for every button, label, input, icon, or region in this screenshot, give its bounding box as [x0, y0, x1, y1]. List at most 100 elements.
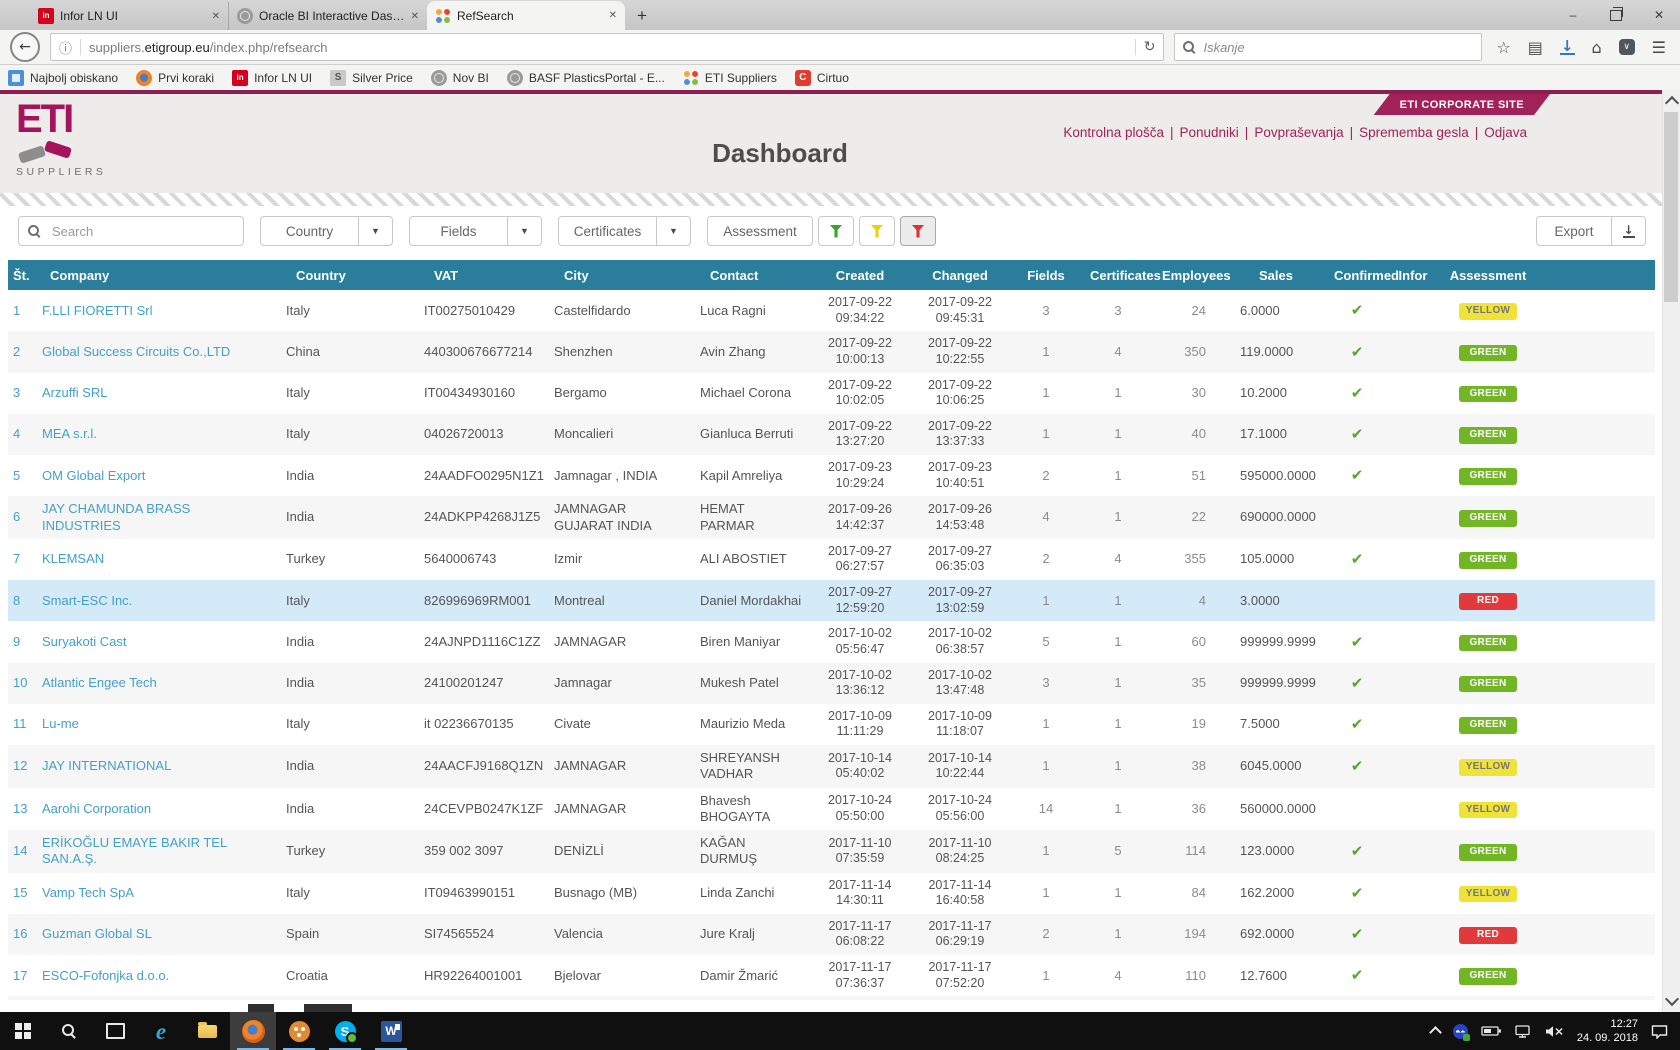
new-tab-button[interactable]: + — [625, 2, 659, 30]
browser-search-box[interactable]: Iskanje — [1174, 33, 1482, 61]
column-header[interactable]: Assessment — [1438, 260, 1538, 290]
column-header[interactable]: Contact — [692, 260, 810, 290]
company-link[interactable]: KLEMSAN — [42, 551, 104, 566]
url-bar[interactable]: ⓘ suppliers.etigroup.eu/index.php/refsea… — [50, 33, 1164, 61]
column-header[interactable]: Št. — [8, 260, 34, 290]
bookmark-item[interactable]: ETI Suppliers — [683, 70, 777, 86]
tab-close-icon[interactable]: ✕ — [212, 11, 220, 22]
table-row[interactable]: 2Global Success Circuits Co.,LTDChina440… — [8, 331, 1655, 372]
table-row[interactable]: 4MEA s.r.l.Italy04026720013MoncalieriGia… — [8, 414, 1655, 455]
network-icon[interactable] — [1515, 1025, 1532, 1038]
scrollbar-thumb[interactable] — [1664, 112, 1678, 302]
back-button[interactable]: ← — [10, 32, 40, 62]
company-link[interactable]: JAY INTERNATIONAL — [42, 758, 171, 773]
company-link[interactable]: Aarohi Corporation — [42, 801, 151, 816]
taskbar-clock[interactable]: 12:27 24. 09. 2018 — [1577, 1017, 1638, 1046]
column-header[interactable]: Fields — [1010, 260, 1082, 290]
assessment-green-filter-button[interactable] — [818, 216, 854, 246]
table-row[interactable]: 10Atlantic Engee TechIndia24100201247Jam… — [8, 663, 1655, 704]
table-row[interactable]: 17ESCO-Fofonjka d.o.o.CroatiaHR922640010… — [8, 955, 1655, 996]
table-row[interactable]: 11Lu-meItalyit 02236670135CivateMaurizio… — [8, 704, 1655, 745]
corporate-site-ribbon[interactable]: ETI CORPORATE SITE — [1374, 94, 1550, 115]
table-row[interactable]: 13Aarohi CorporationIndia24CEVPB0247K1ZF… — [8, 788, 1655, 831]
column-header[interactable]: City — [546, 260, 692, 290]
country-filter[interactable]: Country ▼ — [260, 216, 393, 246]
internet-explorer-button[interactable]: e — [138, 1012, 184, 1050]
column-header[interactable]: Company — [34, 260, 278, 290]
chevron-down-icon[interactable]: ▼ — [358, 217, 392, 245]
menu-icon[interactable]: ☰ — [1652, 38, 1666, 57]
close-button[interactable]: ✕ — [1652, 8, 1666, 22]
company-link[interactable]: Lu-me — [42, 716, 79, 731]
company-link[interactable]: Suryakoti Cast — [42, 634, 127, 649]
table-row[interactable]: 12JAY INTERNATIONALIndia24AACFJ9168Q1ZNJ… — [8, 745, 1655, 788]
company-link[interactable]: Atlantic Engee Tech — [42, 675, 157, 690]
table-row[interactable]: 6JAY CHAMUNDA BRASS INDUSTRIESIndia24ADK… — [8, 496, 1655, 539]
table-row[interactable]: 14ERİKOĞLU EMAYE BAKIR TEL SAN.A.Ş.Turke… — [8, 830, 1655, 873]
tray-expand-icon[interactable] — [1429, 1026, 1442, 1039]
company-link[interactable]: ERİKOĞLU EMAYE BAKIR TEL SAN.A.Ş. — [42, 835, 227, 866]
volume-muted-icon[interactable] — [1545, 1025, 1564, 1038]
company-link[interactable]: JAY CHAMUNDA BRASS INDUSTRIES — [42, 501, 190, 532]
scroll-down-arrow[interactable] — [1665, 992, 1679, 1006]
company-link[interactable]: Global Success Circuits Co.,LTD — [42, 344, 230, 359]
table-row[interactable]: 16Guzman Global SLSpainSI74565524Valenci… — [8, 914, 1655, 955]
column-header[interactable]: Confirmed — [1326, 260, 1388, 290]
tab-refsearch-active[interactable]: RefSearch ✕ — [427, 1, 625, 30]
chevron-down-icon[interactable]: ▼ — [507, 217, 541, 245]
url-text[interactable]: suppliers.etigroup.eu/index.php/refsearc… — [89, 40, 1127, 55]
company-link[interactable]: ESCO-Fofonjka d.o.o. — [42, 968, 169, 983]
company-link[interactable]: Vamp Tech SpA — [42, 885, 134, 900]
library-icon[interactable]: ▤ — [1528, 38, 1543, 57]
column-header[interactable]: Created — [810, 260, 910, 290]
skype-button[interactable]: S — [322, 1012, 368, 1050]
scroll-up-arrow[interactable] — [1665, 96, 1679, 110]
export-button[interactable]: Export — [1536, 216, 1612, 246]
table-row[interactable]: 3Arzuffi SRLItalyIT00434930160BergamoMic… — [8, 373, 1655, 414]
table-row[interactable]: 8Smart-ESC Inc.Italy826996969RM001Montre… — [8, 580, 1655, 621]
bookmark-item[interactable]: Silver Price — [330, 70, 413, 86]
downloads-icon[interactable]: ↓ — [1560, 39, 1575, 55]
company-link[interactable]: OM Global Export — [42, 468, 145, 483]
minimize-button[interactable]: – — [1566, 8, 1580, 22]
tab-oracle-bi[interactable]: Oracle BI Interactive Dashboar... ✕ — [228, 2, 427, 30]
start-button[interactable] — [0, 1012, 46, 1050]
infor-app-button[interactable] — [276, 1012, 322, 1050]
column-header[interactable]: Sales — [1226, 260, 1326, 290]
bookmark-item[interactable]: Najbolj obiskano — [8, 70, 118, 86]
column-header[interactable]: Employees — [1154, 260, 1226, 290]
action-center-icon[interactable] — [1651, 1024, 1668, 1039]
pocket-icon[interactable]: ∨ — [1619, 39, 1635, 55]
bookmark-item[interactable]: Nov BI — [431, 70, 489, 86]
fields-filter[interactable]: Fields ▼ — [409, 216, 542, 246]
company-link[interactable]: MEA s.r.l. — [42, 426, 97, 441]
chevron-down-icon[interactable]: ▼ — [656, 217, 690, 245]
company-link[interactable]: Guzman Global SL — [42, 926, 152, 941]
tab-close-icon[interactable]: ✕ — [411, 11, 419, 22]
bookmark-item[interactable]: Cirtuo — [795, 70, 849, 86]
column-header[interactable]: VAT — [416, 260, 546, 290]
file-explorer-button[interactable] — [184, 1012, 230, 1050]
table-search-input[interactable] — [50, 223, 234, 240]
export-download-button[interactable]: ↓ — [1612, 216, 1646, 246]
column-header[interactable]: Country — [278, 260, 416, 290]
site-info-icon[interactable]: ⓘ — [59, 38, 72, 57]
word-button[interactable]: W — [368, 1012, 414, 1050]
table-row[interactable]: 5OM Global ExportIndia24AADFO0295N1Z1Jam… — [8, 455, 1655, 496]
antivirus-tray-icon[interactable] — [1453, 1024, 1468, 1039]
column-header[interactable]: Certificates — [1082, 260, 1154, 290]
company-link[interactable]: Arzuffi SRL — [42, 385, 108, 400]
table-row[interactable]: 1F.LLI FIORETTI SrlItalyIT00275010429Cas… — [8, 290, 1655, 331]
column-header[interactable]: Changed — [910, 260, 1010, 290]
company-link[interactable]: Smart-ESC Inc. — [42, 593, 132, 608]
table-row[interactable]: 9Suryakoti CastIndia24AJNPD1116C1ZZJAMNA… — [8, 621, 1655, 662]
firefox-button[interactable] — [230, 1012, 276, 1050]
tab-close-icon[interactable]: ✕ — [609, 10, 617, 21]
bookmark-item[interactable]: BASF PlasticsPortal - E... — [507, 70, 665, 86]
home-icon[interactable]: ⌂ — [1592, 38, 1602, 57]
battery-icon[interactable] — [1481, 1025, 1502, 1037]
bookmark-item[interactable]: Prvi koraki — [136, 70, 214, 86]
company-link[interactable]: F.LLI FIORETTI Srl — [42, 303, 153, 318]
bookmark-star-icon[interactable]: ☆ — [1496, 38, 1510, 57]
table-row[interactable]: 15Vamp Tech SpAItalyIT09463990151Busnago… — [8, 873, 1655, 914]
